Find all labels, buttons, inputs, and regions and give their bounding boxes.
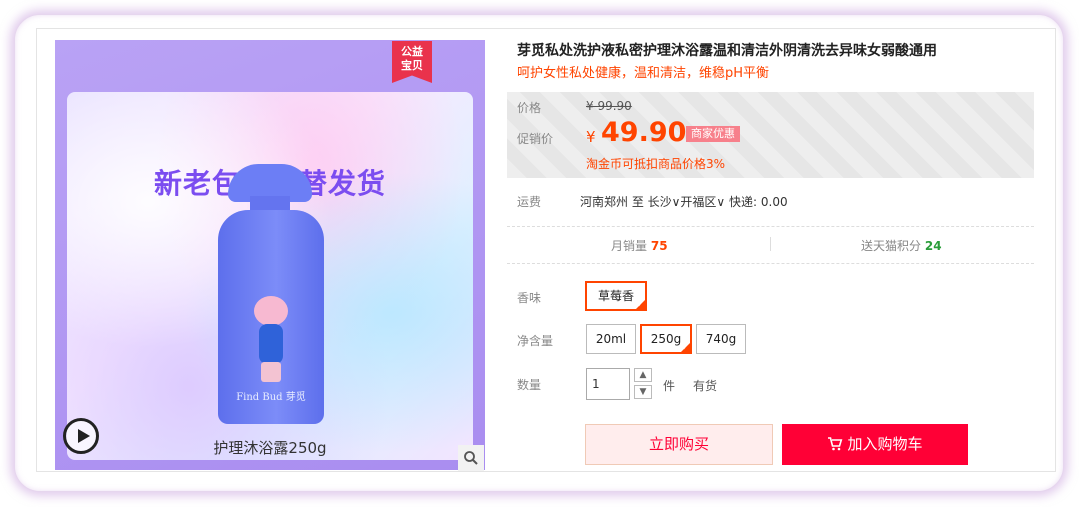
play-video-icon[interactable] — [63, 418, 99, 454]
bottle-brand: Find Bud 芽觅 — [236, 392, 306, 403]
charity-badge-text: 公益 宝贝 — [401, 45, 423, 72]
add-to-cart-label: 加入购物车 — [847, 435, 923, 453]
shop-discount-tag: 商家优惠 — [686, 126, 740, 142]
product-subtitle: 呵护女性私处健康，温和清洁，维稳pH平衡 — [517, 66, 770, 81]
coin-discount-note: 淘金币可抵扣商品价格3% — [586, 157, 726, 171]
quantity-label: 数量 — [517, 378, 542, 392]
currency-symbol: ¥ — [586, 128, 596, 146]
shipping-destination[interactable]: 河南郑州 至 长沙∨开福区∨ 快递: 0.00 — [580, 193, 788, 210]
quantity-input[interactable]: 1 — [586, 368, 630, 400]
original-price: ¥ 99.90 — [586, 99, 632, 113]
shipping-label: 运费 — [517, 195, 542, 209]
product-title: 芽觅私处洗护液私密护理沐浴露温和清洁外阴清洗去异味女弱酸通用 — [517, 43, 937, 59]
image-caption: 护理沐浴露250g — [213, 439, 327, 457]
doll-illustration-legs — [261, 362, 281, 382]
option-volume-740g[interactable]: 740g — [696, 324, 746, 354]
volume-label: 净含量 — [517, 334, 554, 348]
promo-price-label: 促销价 — [517, 132, 554, 146]
price-label: 价格 — [517, 101, 542, 115]
tmall-points: 送天猫积分 24 — [861, 237, 942, 254]
stats-row: 月销量 75 送天猫积分 24 — [507, 226, 1034, 262]
quantity-decrease-button[interactable]: ▼ — [634, 385, 652, 399]
tmall-points-label: 送天猫积分 — [861, 239, 922, 253]
promo-price: 49.90 — [601, 117, 687, 148]
stats-separator — [770, 237, 771, 251]
monthly-sales: 月销量 75 — [611, 237, 668, 254]
add-to-cart-button[interactable]: 加入购物车 — [782, 424, 968, 465]
cart-icon — [828, 437, 843, 451]
quantity-unit: 件 — [663, 379, 676, 393]
doll-illustration-head — [254, 296, 288, 326]
doll-illustration-body — [259, 324, 283, 364]
stock-status: 有货 — [693, 379, 718, 393]
zoom-icon[interactable] — [458, 445, 484, 471]
scent-label: 香味 — [517, 291, 542, 305]
divider-bottom — [507, 263, 1034, 264]
monthly-sales-label: 月销量 — [611, 239, 648, 253]
option-scent-strawberry[interactable]: 草莓香 — [585, 281, 647, 311]
monthly-sales-value: 75 — [650, 239, 668, 253]
option-volume-250g[interactable]: 250g — [640, 324, 692, 354]
tmall-points-value: 24 — [924, 239, 942, 253]
option-volume-20ml[interactable]: 20ml — [586, 324, 636, 354]
quantity-increase-button[interactable]: ▲ — [634, 368, 652, 382]
buy-now-button[interactable]: 立即购买 — [585, 424, 773, 465]
